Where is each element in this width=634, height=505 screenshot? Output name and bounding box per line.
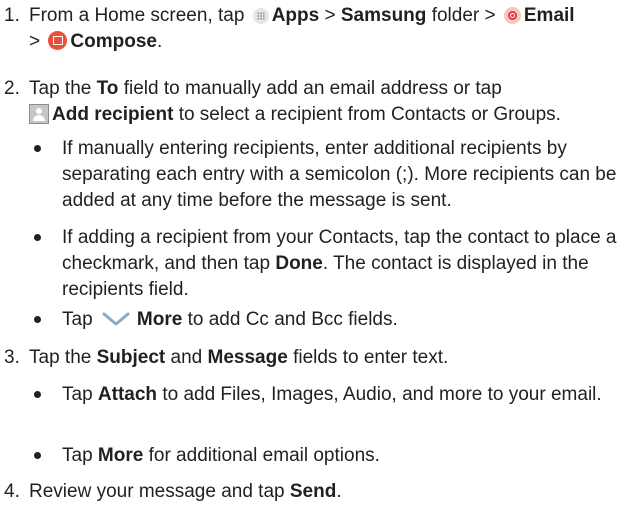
subject-label: Subject — [96, 347, 166, 368]
message-label: Message — [207, 347, 288, 368]
compose-icon — [48, 31, 68, 50]
bullet-dot — [34, 391, 41, 398]
bullet-text: Tap Attach to add Files, Images, Audio, … — [62, 382, 634, 408]
list-item: Tap More for additional email options. — [0, 443, 634, 471]
done-label: Done — [275, 253, 323, 274]
bullet-text: Tap More to add Cc and Bcc fields. — [62, 307, 634, 333]
bullet-dot — [34, 234, 41, 241]
text-span: . — [336, 481, 342, 502]
apps-grid-icon — [252, 8, 269, 24]
step-number: 1. — [4, 5, 20, 26]
send-label: Send — [289, 481, 337, 502]
samsung-label: Samsung — [340, 5, 427, 26]
step-line: From a Home screen, tap Apps > Samsung f… — [29, 3, 629, 29]
step-text: Tap the To field to manually add an emai… — [29, 76, 629, 128]
bullet-text: If manually entering recipients, enter a… — [62, 138, 617, 211]
text-span: Tap — [62, 309, 93, 330]
step-text: From a Home screen, tap Apps > Samsung f… — [29, 3, 629, 55]
attach-label: Attach — [97, 384, 158, 405]
bullet-dot — [34, 452, 41, 459]
list-item: Tap Attach to add Files, Images, Audio, … — [0, 382, 634, 436]
step-number: 3. — [4, 347, 20, 368]
text-span: for additional email options. — [148, 445, 380, 466]
step-line: Add recipient to select a recipient from… — [29, 102, 629, 128]
step-text: Review your message and tap Send. — [29, 479, 629, 505]
separator: > — [29, 31, 41, 52]
step-2: 2. Tap the To field to manually add an e… — [0, 76, 634, 130]
compose-label: Compose — [70, 31, 157, 52]
more-label: More — [97, 445, 144, 466]
email-label: Email — [523, 5, 575, 26]
step-text: Tap the Subject and Message fields to en… — [29, 345, 629, 371]
step-4: 4. Review your message and tap Send. — [0, 479, 634, 504]
apps-label: Apps — [271, 5, 320, 26]
list-item: If adding a recipient from your Contacts… — [0, 225, 634, 305]
chevron-down-icon — [102, 312, 130, 326]
text-span: field to manually add an email address o… — [123, 78, 502, 99]
text-span: Tap — [62, 384, 93, 405]
text-span: Tap the — [29, 347, 92, 368]
email-app-icon — [503, 7, 521, 24]
text-span: and — [170, 347, 203, 368]
list-item: If manually entering recipients, enter a… — [0, 136, 634, 216]
separator: > — [324, 5, 336, 26]
list-item: Tap More to add Cc and Bcc fields. — [0, 307, 634, 335]
text-span: fields to enter text. — [293, 347, 449, 368]
text-span: Tap the — [29, 78, 92, 99]
step-line: > Compose. — [29, 29, 629, 55]
bullet-dot — [34, 316, 41, 323]
bullet-text: If adding a recipient from your Contacts… — [62, 225, 634, 303]
add-recipient-icon — [29, 104, 49, 124]
text-span: to select a recipient from Contacts or G… — [178, 104, 561, 125]
text-span: Review your message and tap — [29, 481, 285, 502]
step-number: 4. — [4, 481, 20, 502]
text-span: . — [156, 31, 163, 52]
step-line: Tap the To field to manually add an emai… — [29, 76, 629, 102]
to-label: To — [96, 78, 119, 99]
text-span: to add Files, Images, Audio, and more to… — [162, 384, 602, 405]
text-span: From a Home screen, tap — [29, 5, 245, 26]
step-1: 1. From a Home screen, tap Apps > Samsun… — [0, 3, 634, 59]
bullet-dot — [34, 145, 41, 152]
add-recipient-label: Add recipient — [52, 104, 174, 125]
bullet-text: Tap More for additional email options. — [62, 443, 634, 469]
text-span: folder > — [431, 5, 496, 26]
text-span: Tap — [62, 445, 93, 466]
more-label: More — [136, 309, 183, 330]
text-span: to add Cc and Bcc fields. — [187, 309, 398, 330]
step-3: 3. Tap the Subject and Message fields to… — [0, 345, 634, 373]
step-number: 2. — [4, 78, 20, 99]
instructions-page: 1. From a Home screen, tap Apps > Samsun… — [0, 0, 634, 504]
